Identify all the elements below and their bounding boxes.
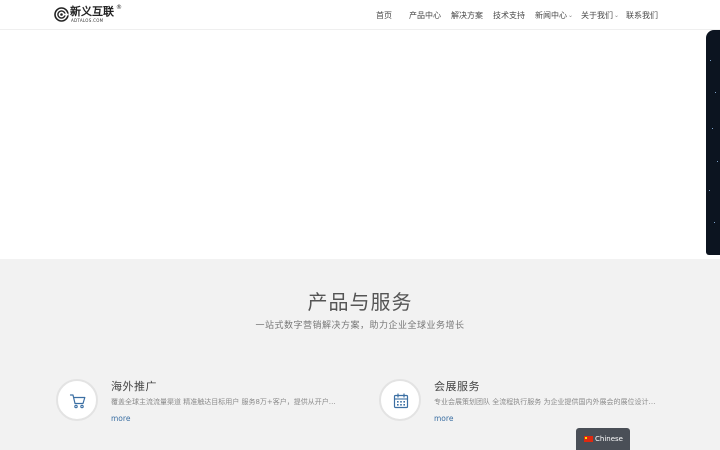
nav-item-home[interactable]: 首页 xyxy=(376,9,392,22)
cart-icon xyxy=(69,394,86,409)
chevron-down-icon: ⌄ xyxy=(568,12,574,19)
language-switcher[interactable]: Chinese xyxy=(576,428,630,450)
nav-item-label: 技术支持 xyxy=(493,11,525,20)
site-header: 新义互联 ® ADTALOS.COM 首页 产品中心 解决方案 技术支持 新闻中… xyxy=(0,0,720,30)
hero-banner xyxy=(0,30,720,259)
services-section: 产品与服务 一站式数字营销解决方案，助力企业全球业务增长 海外推广 覆盖全球主流… xyxy=(0,259,720,450)
page: 新义互联 ® ADTALOS.COM 首页 产品中心 解决方案 技术支持 新闻中… xyxy=(0,0,720,450)
nav-item-products[interactable]: 产品中心 xyxy=(409,9,441,22)
service-icon-button[interactable] xyxy=(56,379,98,421)
service-card-overseas: 海外推广 覆盖全球主流流量渠道 精准触达目标用户 服务8万+客户，提供从开户到投… xyxy=(56,379,336,439)
more-link[interactable]: more xyxy=(434,413,453,424)
nav-item-label: 新闻中心 xyxy=(535,11,567,20)
star-dot xyxy=(714,222,715,223)
service-description: 专业会展策划团队 全流程执行服务 为企业提供国内外展会的展位设计、搭建及现场运营… xyxy=(434,398,659,406)
chevron-down-icon: ⌄ xyxy=(614,12,620,19)
service-title: 会展服务 xyxy=(434,380,480,393)
nav-item-label: 首页 xyxy=(376,11,392,20)
service-icon-button[interactable] xyxy=(379,379,421,421)
section-subtitle: 一站式数字营销解决方案，助力企业全球业务增长 xyxy=(255,321,465,331)
star-dot xyxy=(709,190,710,191)
nav-item-label: 解决方案 xyxy=(451,11,483,20)
nav-item-contact[interactable]: 联系我们 xyxy=(626,9,658,22)
service-title: 海外推广 xyxy=(111,380,157,393)
nav-item-label: 产品中心 xyxy=(409,11,441,20)
section-title: 产品与服务 xyxy=(307,290,413,314)
nav-item-about[interactable]: 关于我们⌄ xyxy=(581,9,619,22)
language-label: Chinese xyxy=(595,435,623,443)
nav-item-label: 关于我们 xyxy=(581,11,613,20)
hero-slide-edge xyxy=(706,30,720,255)
star-dot xyxy=(710,60,711,61)
star-dot xyxy=(715,92,716,93)
nav-item-solutions[interactable]: 解决方案 xyxy=(451,9,483,22)
nav-item-support[interactable]: 技术支持 xyxy=(493,9,525,22)
more-link[interactable]: more xyxy=(111,413,130,424)
service-description: 覆盖全球主流流量渠道 精准触达目标用户 服务8万+客户，提供从开户到投放优化的一… xyxy=(111,398,336,406)
star-dot xyxy=(712,128,713,129)
calendar-icon xyxy=(393,393,409,409)
cn-flag-icon xyxy=(584,436,593,442)
main-nav: 首页 产品中心 解决方案 技术支持 新闻中心⌄ 关于我们⌄ 联系我们 xyxy=(0,0,720,30)
star-dot xyxy=(717,161,718,162)
nav-item-label: 联系我们 xyxy=(626,11,658,20)
nav-item-news[interactable]: 新闻中心⌄ xyxy=(535,9,573,22)
